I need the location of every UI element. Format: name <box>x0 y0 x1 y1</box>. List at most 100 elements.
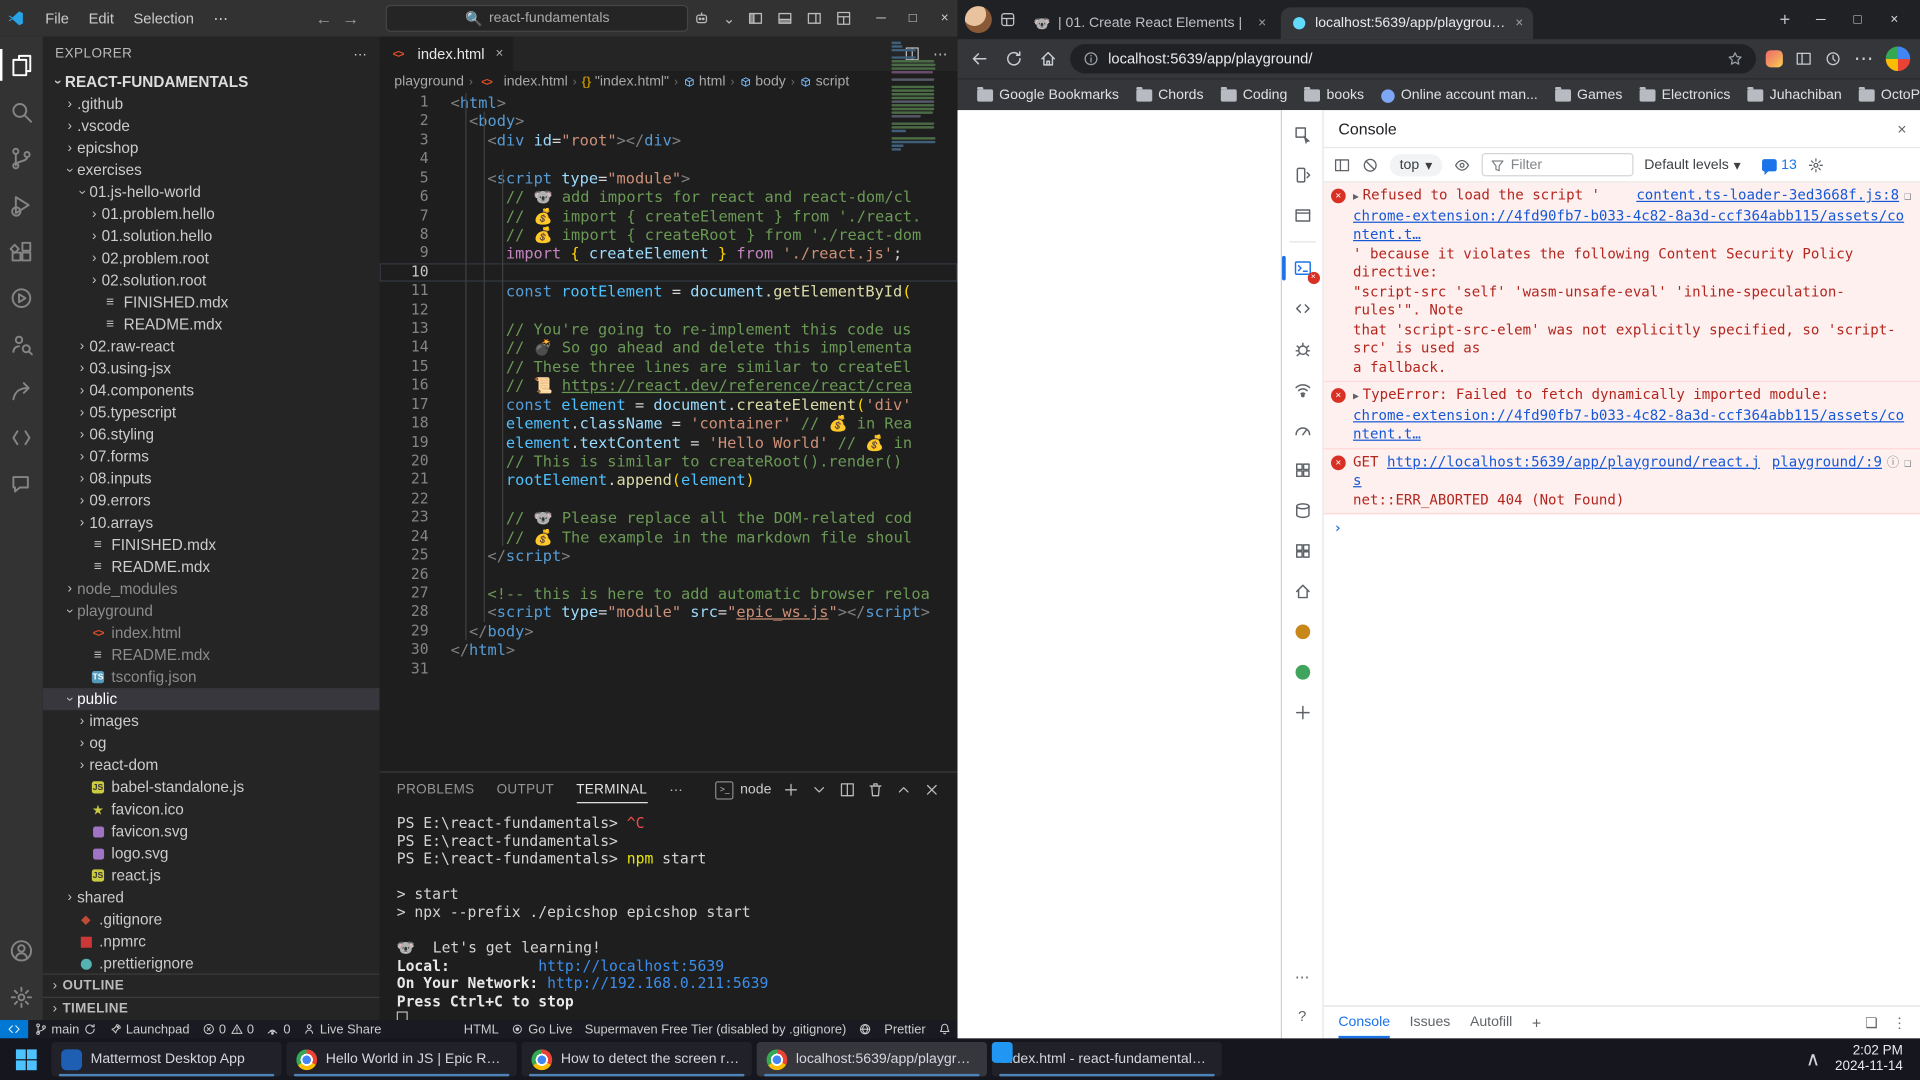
devtools-sources-icon[interactable] <box>1286 294 1318 323</box>
account-avatar[interactable] <box>1886 47 1910 71</box>
devtools-inspect-icon[interactable] <box>1286 120 1318 149</box>
issues-counter[interactable]: 13 <box>1762 157 1797 172</box>
activitybar-source-control-icon[interactable] <box>0 135 43 182</box>
explorer-item-react-dom[interactable]: ›react-dom <box>43 754 380 776</box>
statusbar-item-supermaven-free-tier-disabled-by-gitignore-[interactable]: Supermaven Free Tier (disabled by .gitig… <box>579 1020 853 1038</box>
minimap[interactable] <box>891 42 940 156</box>
explorer-item-node-modules[interactable]: ›node_modules <box>43 578 380 600</box>
bookmark-games[interactable]: Games <box>1548 86 1630 106</box>
drawer-add-tab-icon[interactable]: + <box>1532 1013 1541 1031</box>
statusbar-item-live-share[interactable]: Live Share <box>297 1020 388 1038</box>
activitybar-search-icon[interactable] <box>0 88 43 135</box>
devtools-storage-icon[interactable] <box>1286 496 1318 525</box>
taskbar-app-how-to-detect-the-screen-resol[interactable]: How to detect the screen resoluti... <box>522 1042 752 1076</box>
devtools-console-icon[interactable]: × <box>1286 253 1318 282</box>
explorer-item-images[interactable]: ›images <box>43 710 380 732</box>
devtools-gear-icon[interactable] <box>1286 456 1318 485</box>
start-button[interactable] <box>5 1038 47 1080</box>
explorer-more-icon[interactable]: ⋯ <box>353 46 367 62</box>
explorer-item-05-typescript[interactable]: ›05.typescript <box>43 402 380 424</box>
devtools-more-icon[interactable]: ⋯ <box>1286 962 1318 991</box>
sidebar-icon[interactable] <box>1795 50 1812 67</box>
explorer-item-02-problem-root[interactable]: ›02.problem.root <box>43 247 380 269</box>
devtools-window-icon[interactable] <box>1286 201 1318 230</box>
explorer-item-exercises[interactable]: ›exercises <box>43 159 380 181</box>
context-selector[interactable]: top▾ <box>1390 154 1442 176</box>
nav-forward-icon[interactable]: → <box>342 9 359 29</box>
browser-minimize-button[interactable]: ─ <box>1802 12 1839 27</box>
panel-tab-terminal[interactable]: TERMINAL <box>576 777 647 803</box>
copy-stack-icon[interactable]: ❏ <box>1904 187 1911 206</box>
statusbar-item-html[interactable]: HTML <box>458 1020 505 1038</box>
explorer-item-react-fundamentals[interactable]: ›REACT-FUNDAMENTALS <box>43 71 380 93</box>
devtools-settings-icon[interactable] <box>1808 156 1825 173</box>
activitybar-explorer-icon[interactable] <box>0 42 43 89</box>
browser-profile-avatar[interactable] <box>965 6 992 33</box>
panel-tab-output[interactable]: OUTPUT <box>497 778 555 802</box>
statusbar-item-main[interactable]: main <box>28 1020 102 1038</box>
activitybar-settings-icon[interactable] <box>0 973 43 1020</box>
explorer-item-babel-standalone-js[interactable]: JSbabel-standalone.js <box>43 776 380 798</box>
toggle-secondary-sidebar-icon[interactable] <box>806 10 823 27</box>
toggle-panel-icon[interactable] <box>777 10 794 27</box>
devtools-plus-icon[interactable] <box>1286 698 1318 727</box>
blank-page[interactable] <box>958 110 1281 1038</box>
breadcrumb-item[interactable]: body <box>739 75 785 90</box>
reload-icon[interactable] <box>1002 49 1026 69</box>
site-info-icon[interactable] <box>1082 50 1099 67</box>
console-sidebar-icon[interactable] <box>1333 156 1350 173</box>
tab-close-icon[interactable]: × <box>1515 16 1523 31</box>
browser-menu-icon[interactable]: ⋯ <box>1854 47 1874 71</box>
devtools-help-icon[interactable]: ? <box>1286 1002 1318 1031</box>
explorer-item-react-js[interactable]: JSreact.js <box>43 864 380 886</box>
activitybar-chat-icon[interactable] <box>0 460 43 507</box>
error-link[interactable]: chrome-extension://4fd90fb7-b033-4c82-8a… <box>1353 406 1904 442</box>
bookmark-online-account-man-[interactable]: Online account man... <box>1374 86 1545 106</box>
taskbar-app-mattermost-desktop-app[interactable]: Mattermost Desktop App <box>51 1042 281 1076</box>
tab-close-icon[interactable]: × <box>1258 16 1266 31</box>
maximize-panel-icon[interactable] <box>895 781 912 798</box>
explorer-item-08-inputs[interactable]: ›08.inputs <box>43 468 380 490</box>
tab-grid-icon[interactable] <box>999 11 1016 28</box>
explorer-item-06-styling[interactable]: ›06.styling <box>43 424 380 446</box>
explorer-item-finished-mdx[interactable]: ≡FINISHED.mdx <box>43 291 380 313</box>
editor-area[interactable]: <> index.html × ⋯ playground›<>index.htm… <box>380 37 958 772</box>
kill-terminal-icon[interactable] <box>867 781 884 798</box>
menu-edit[interactable]: Edit <box>80 7 122 29</box>
console-filter-input[interactable]: Filter <box>1481 153 1633 176</box>
source-location-link[interactable]: content.ts-loader-3ed3668f.js:8❏ <box>1627 186 1912 206</box>
explorer-item-logo-svg[interactable]: logo.svg <box>43 842 380 864</box>
explorer-item--vscode[interactable]: ›.vscode <box>43 115 380 137</box>
breadcrumb-item[interactable]: script <box>800 75 850 90</box>
code-editor[interactable]: 1<html>2 <body>3 <div id="root"></div>45… <box>380 93 958 771</box>
dock-icon[interactable]: ❏ <box>1865 1014 1878 1031</box>
explorer-item-playground[interactable]: ›playground <box>43 600 380 622</box>
devtools-bug-icon[interactable] <box>1286 334 1318 363</box>
explorer-item-04-components[interactable]: ›04.components <box>43 380 380 402</box>
browser-tab[interactable]: 🐨| 01. Create React Elements | × <box>1024 7 1276 39</box>
address-bar[interactable]: localhost:5639/app/playground/ <box>1070 44 1756 73</box>
section-timeline[interactable]: ›TIMELINE <box>43 997 380 1020</box>
taskbar-app-localhost-5639-app-playground-[interactable]: localhost:5639/app/playground/ a... <box>757 1042 987 1076</box>
bookmark-coding[interactable]: Coding <box>1213 86 1294 106</box>
devtools-close-icon[interactable]: × <box>1897 119 1906 137</box>
drawer-menu-icon[interactable]: ⋮ <box>1892 1014 1906 1031</box>
terminal-dropdown-icon[interactable] <box>811 781 828 798</box>
explorer-item--prettierignore[interactable]: .prettierignore <box>43 953 380 975</box>
home-icon[interactable] <box>1036 49 1060 69</box>
bookmark-google-bookmarks[interactable]: Google Bookmarks <box>970 86 1126 106</box>
explorer-item-finished-mdx[interactable]: ≡FINISHED.mdx <box>43 534 380 556</box>
devtools-greendot-icon[interactable] <box>1286 658 1318 687</box>
panel-more-icon[interactable]: ⋯ <box>669 782 682 798</box>
nav-back-icon[interactable]: ← <box>315 9 332 29</box>
terminal-shell-item[interactable]: >_node <box>716 781 772 799</box>
statusbar-item[interactable] <box>852 1020 878 1038</box>
breadcrumb-item[interactable]: html <box>683 75 726 90</box>
expand-triangle-icon[interactable]: ▶ <box>1353 187 1359 206</box>
new-tab-button[interactable]: + <box>1775 9 1796 30</box>
breadcrumb-item[interactable]: playground <box>394 75 464 90</box>
bookmark-books[interactable]: books <box>1297 86 1371 106</box>
extension-icon[interactable] <box>1766 50 1783 67</box>
customize-layout-icon[interactable] <box>836 10 853 27</box>
split-terminal-icon[interactable] <box>839 781 856 798</box>
